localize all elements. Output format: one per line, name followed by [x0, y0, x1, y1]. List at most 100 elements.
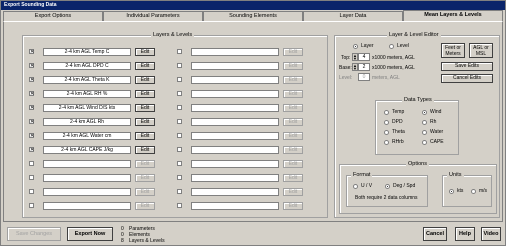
deg-spd-radio[interactable]: [385, 184, 390, 189]
layer-checkbox[interactable]: [177, 91, 182, 96]
layer-name-field[interactable]: [191, 174, 279, 182]
layer-name-field[interactable]: 2-4 km AGL Water cm: [43, 132, 131, 140]
layer-checkbox[interactable]: [177, 161, 182, 166]
layer-checkbox[interactable]: ✕: [29, 133, 34, 139]
layer-edit-button[interactable]: Edit: [283, 160, 303, 168]
layer-edit-button[interactable]: Edit: [135, 202, 155, 210]
layer-name-field[interactable]: [191, 62, 279, 70]
layer-checkbox[interactable]: ✕: [29, 105, 34, 111]
layer-checkbox[interactable]: [177, 133, 182, 138]
ms-radio[interactable]: [471, 189, 476, 194]
layer-checkbox[interactable]: [29, 161, 34, 166]
layer-name-field[interactable]: [191, 76, 279, 84]
layer-name-field[interactable]: [191, 160, 279, 168]
layer-edit-button[interactable]: Edit: [283, 132, 303, 140]
cancel-button[interactable]: Cancel: [423, 227, 447, 241]
layer-edit-button[interactable]: Edit: [283, 104, 303, 112]
data-type-radio[interactable]: [422, 140, 427, 145]
layer-edit-button[interactable]: Edit: [283, 76, 303, 84]
layer-name-field[interactable]: [191, 132, 279, 140]
data-type-radio[interactable]: [384, 130, 389, 135]
layer-name-field[interactable]: [191, 118, 279, 126]
tab-mean-layers-levels[interactable]: Mean Layers & Levels: [403, 10, 503, 21]
data-type-radio[interactable]: [384, 140, 389, 145]
tab-layer-data[interactable]: Layer Data: [303, 11, 403, 21]
tab-sounding-elements[interactable]: Sounding Elements: [203, 11, 303, 21]
layer-checkbox[interactable]: [177, 189, 182, 194]
layer-checkbox[interactable]: [177, 77, 182, 82]
uv-radio[interactable]: [353, 184, 358, 189]
level-value-field[interactable]: 0: [358, 73, 370, 81]
layer-checkbox[interactable]: ✕: [29, 49, 34, 55]
save-edits-button[interactable]: Save Edits: [441, 62, 493, 71]
layer-name-field[interactable]: 2-4 km AGL RH %: [43, 90, 131, 98]
layer-name-field[interactable]: [191, 188, 279, 196]
layer-edit-button[interactable]: Edit: [135, 160, 155, 168]
layer-edit-button[interactable]: Edit: [135, 174, 155, 182]
layer-name-field[interactable]: 2-4 km AGL DPD C: [43, 62, 131, 70]
layer-name-field[interactable]: 2-4 km AGL CAPE J/kg: [43, 146, 131, 154]
layer-name-field[interactable]: 2-4 km AGL Wind D/S kts: [43, 104, 131, 112]
layer-edit-button[interactable]: Edit: [283, 62, 303, 70]
layer-checkbox[interactable]: [29, 189, 34, 194]
layer-name-field[interactable]: [191, 202, 279, 210]
layer-edit-button[interactable]: Edit: [135, 104, 155, 112]
layer-checkbox[interactable]: ✕: [29, 147, 34, 153]
layer-edit-button[interactable]: Edit: [135, 76, 155, 84]
layer-checkbox[interactable]: [29, 175, 34, 180]
layer-name-field[interactable]: [191, 48, 279, 56]
layer-checkbox[interactable]: ✕: [29, 91, 34, 97]
layer-edit-button[interactable]: Edit: [283, 146, 303, 154]
cancel-edits-button[interactable]: Cancel Edits: [441, 74, 493, 83]
export-now-button[interactable]: Export Now: [67, 227, 113, 241]
layer-name-field[interactable]: [43, 160, 131, 168]
layer-checkbox[interactable]: ✕: [29, 119, 34, 125]
save-changes-button[interactable]: Save Changes: [7, 227, 61, 241]
kts-radio[interactable]: [449, 189, 454, 194]
layer-checkbox[interactable]: [177, 147, 182, 152]
layer-checkbox[interactable]: [177, 175, 182, 180]
layer-name-field[interactable]: [191, 104, 279, 112]
layer-name-field[interactable]: [191, 146, 279, 154]
data-type-radio[interactable]: [422, 110, 427, 115]
layer-checkbox[interactable]: [177, 63, 182, 68]
layer-name-field[interactable]: 2-4 km AGL Temp C: [43, 48, 131, 56]
layer-checkbox[interactable]: [177, 49, 182, 54]
layer-name-field[interactable]: 2-4 km AGL Rh: [43, 118, 131, 126]
layer-edit-button[interactable]: Edit: [135, 188, 155, 196]
top-value-field[interactable]: 4: [358, 53, 370, 61]
layer-checkbox[interactable]: [177, 119, 182, 124]
agl-msl-button[interactable]: AGL or MSL: [469, 43, 493, 58]
layer-name-field[interactable]: 2-4 km AGL Theta K: [43, 76, 131, 84]
layer-edit-button[interactable]: Edit: [135, 118, 155, 126]
layer-edit-button[interactable]: Edit: [135, 62, 155, 70]
base-value-field[interactable]: 2: [358, 63, 370, 71]
layer-radio[interactable]: [353, 44, 358, 49]
layer-edit-button[interactable]: Edit: [135, 90, 155, 98]
help-button[interactable]: Help: [455, 227, 475, 241]
video-button[interactable]: Video: [481, 227, 501, 241]
layer-name-field[interactable]: [191, 90, 279, 98]
layer-edit-button[interactable]: Edit: [135, 132, 155, 140]
data-type-radio[interactable]: [422, 120, 427, 125]
layer-edit-button[interactable]: Edit: [135, 48, 155, 56]
layer-checkbox[interactable]: ✕: [29, 63, 34, 69]
layer-checkbox[interactable]: [29, 203, 34, 208]
layer-edit-button[interactable]: Edit: [135, 146, 155, 154]
layer-name-field[interactable]: [43, 174, 131, 182]
layer-edit-button[interactable]: Edit: [283, 118, 303, 126]
level-radio[interactable]: [389, 44, 394, 49]
layer-edit-button[interactable]: Edit: [283, 90, 303, 98]
layer-name-field[interactable]: [43, 202, 131, 210]
data-type-radio[interactable]: [384, 120, 389, 125]
layer-edit-button[interactable]: Edit: [283, 188, 303, 196]
layer-edit-button[interactable]: Edit: [283, 174, 303, 182]
data-type-radio[interactable]: [422, 130, 427, 135]
layer-checkbox[interactable]: [177, 105, 182, 110]
tab-individual-parameters[interactable]: Individual Parameters: [103, 11, 203, 21]
tab-export-options[interactable]: Export Options: [3, 11, 103, 21]
layer-name-field[interactable]: [43, 188, 131, 196]
data-type-radio[interactable]: [384, 110, 389, 115]
layer-edit-button[interactable]: Edit: [283, 202, 303, 210]
layer-checkbox[interactable]: [177, 203, 182, 208]
